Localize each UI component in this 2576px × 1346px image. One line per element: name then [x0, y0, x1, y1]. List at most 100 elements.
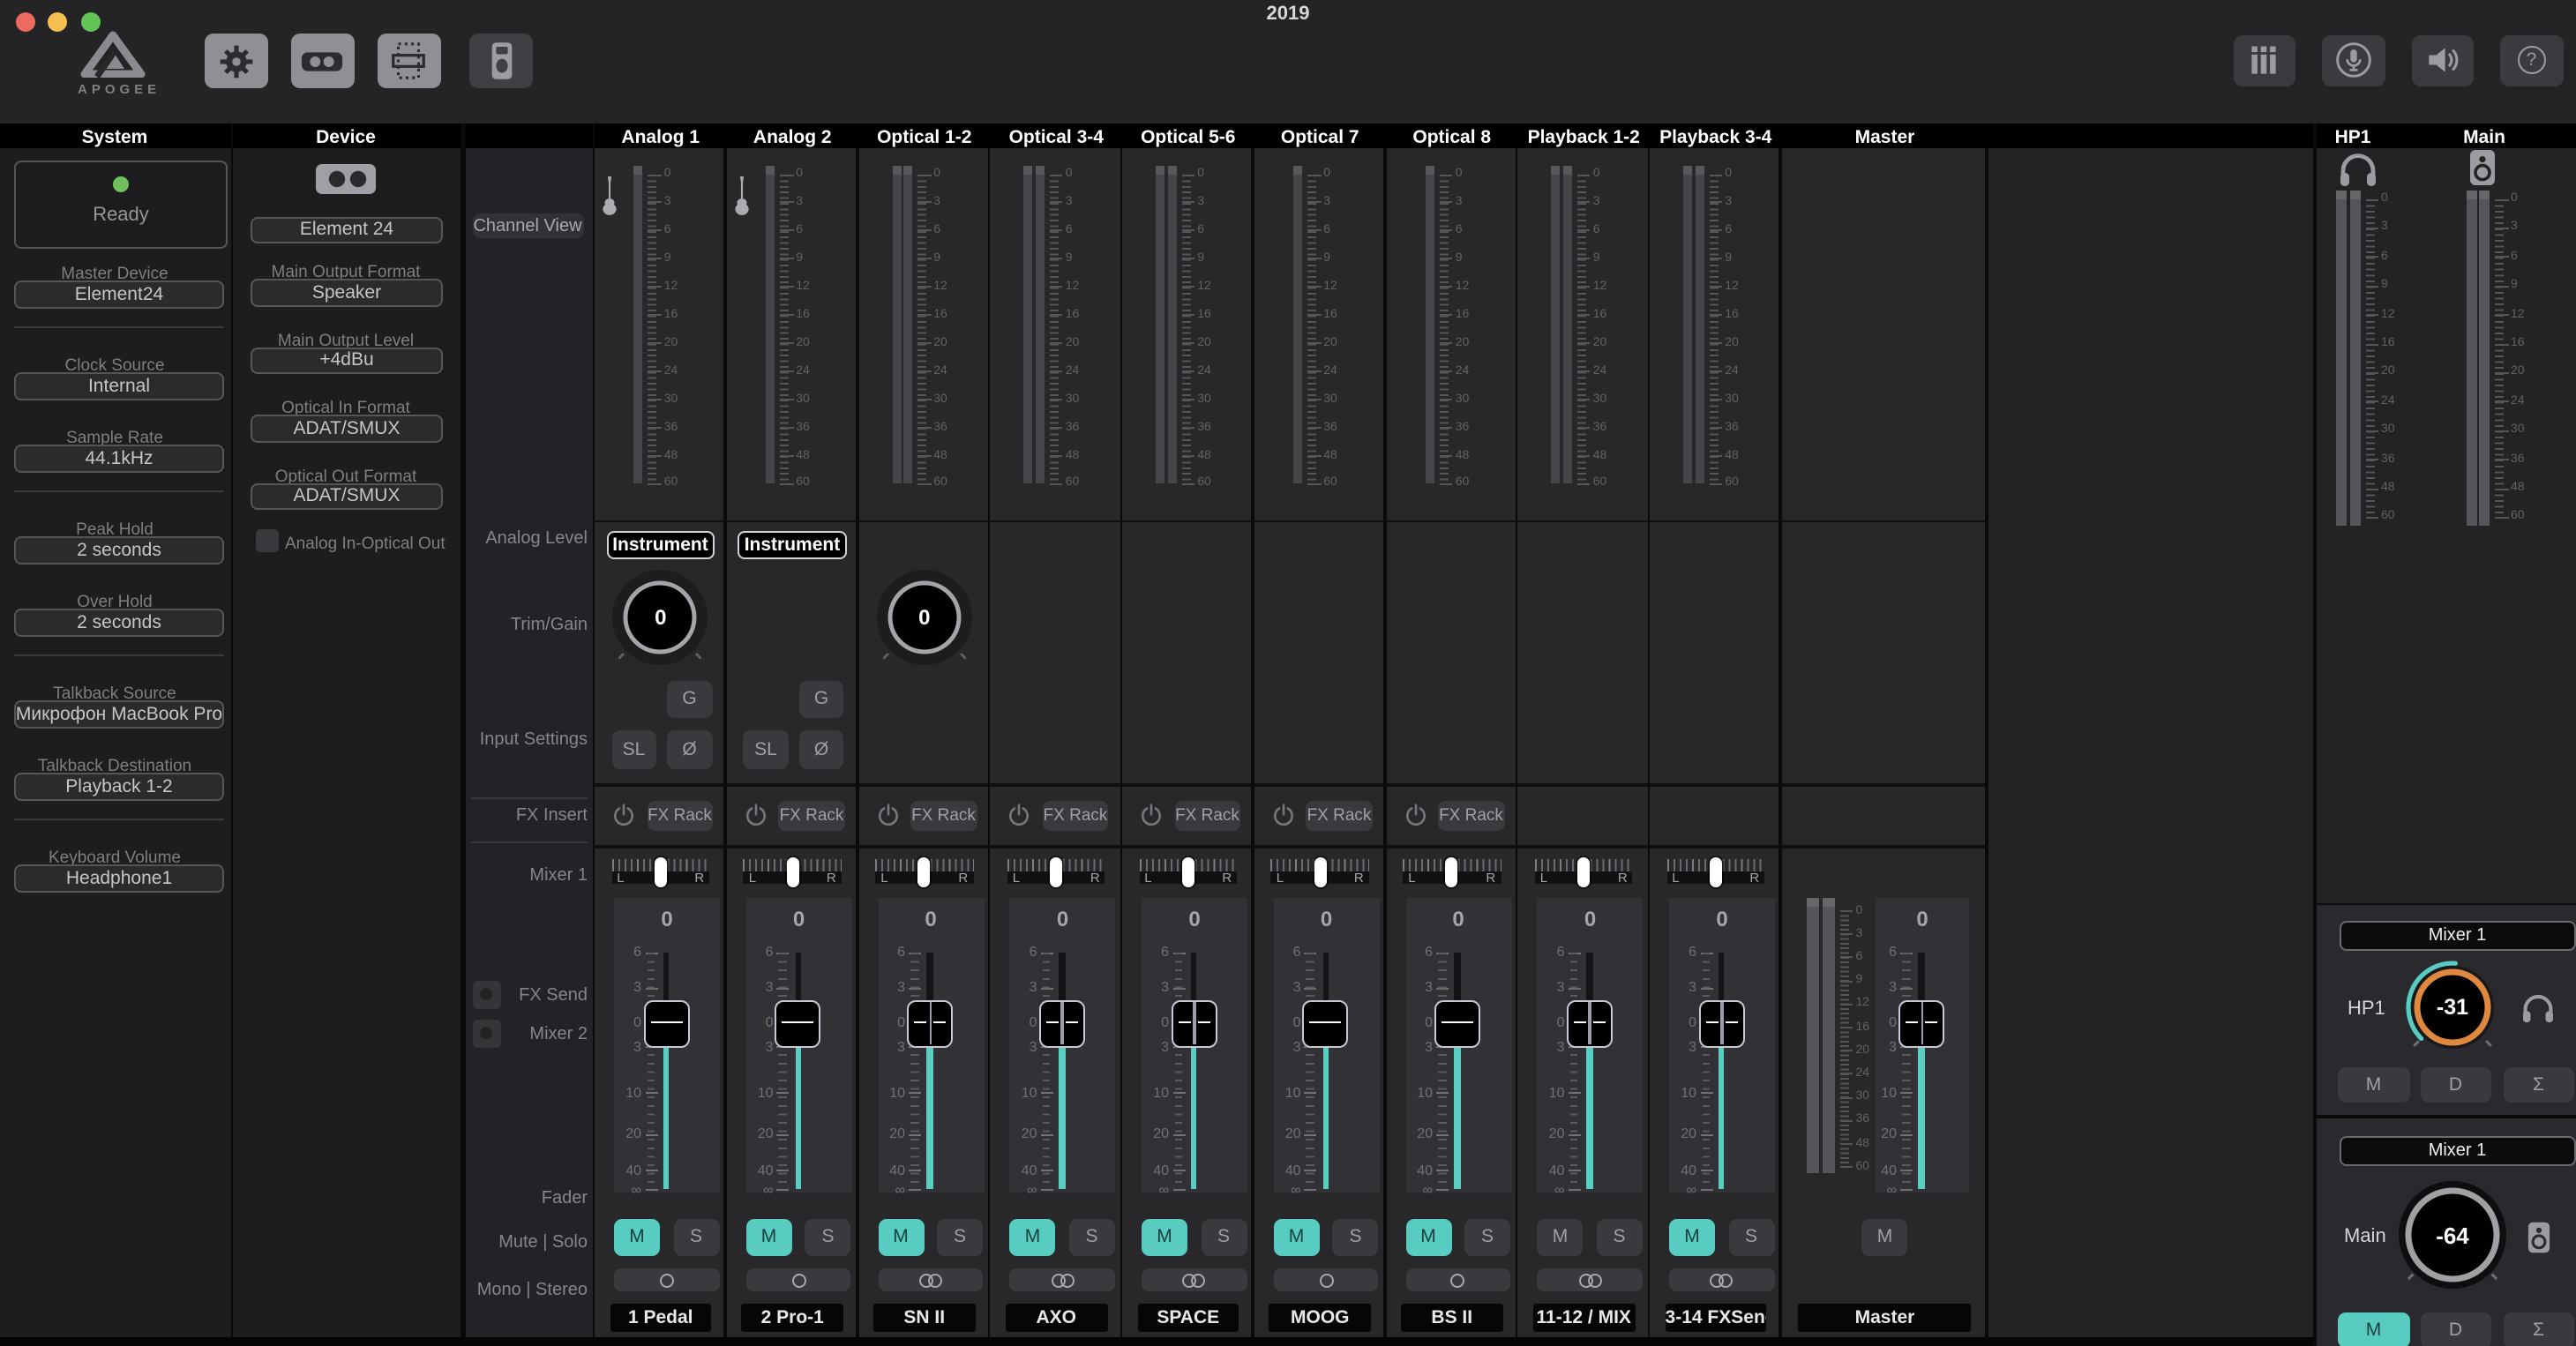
system-field-value[interactable]: Element24	[14, 280, 224, 308]
solo-button[interactable]: S	[805, 1218, 851, 1256]
soft-limit-button[interactable]: SL	[611, 730, 656, 768]
mixer-strips-button[interactable]	[2233, 34, 2295, 86]
channel-name[interactable]: Master	[1799, 1304, 1972, 1332]
fx-power-icon[interactable]	[745, 803, 768, 827]
mute-button[interactable]: M	[1274, 1218, 1320, 1256]
fx-power-icon[interactable]	[612, 803, 635, 827]
fader[interactable]: 06303102040∞	[1274, 897, 1380, 1193]
analog-level-button[interactable]: Instrument	[606, 531, 715, 558]
channel-view-button[interactable]: Channel View	[472, 213, 583, 238]
fader-cap[interactable]	[643, 999, 689, 1047]
mute-button[interactable]: M	[878, 1218, 924, 1256]
stereo-icon[interactable]	[1538, 1268, 1643, 1291]
phase-button[interactable]: Ø	[799, 730, 844, 768]
system-field-value[interactable]: Internal	[14, 372, 224, 400]
solo-button[interactable]: S	[1728, 1218, 1774, 1256]
channel-name[interactable]: 2 Pro-1	[742, 1304, 844, 1332]
device-field-value[interactable]: Speaker	[251, 279, 443, 306]
pan-handle[interactable]	[1446, 857, 1458, 887]
main-mute-button[interactable]: M	[2338, 1312, 2409, 1346]
channel-name[interactable]: SPACE	[1137, 1304, 1239, 1332]
fx-power-icon[interactable]	[1272, 803, 1295, 827]
channel-name[interactable]: MOOG	[1269, 1304, 1372, 1332]
stereo-icon[interactable]	[1669, 1268, 1774, 1291]
fader-cap[interactable]	[1898, 999, 1944, 1047]
pan-handle[interactable]	[655, 857, 667, 887]
fx-rack-button[interactable]: FX Rack	[779, 800, 845, 830]
help-button[interactable]: ?	[2500, 34, 2563, 86]
main-mixer-select[interactable]: Mixer 1	[2339, 1135, 2576, 1165]
soft-limit-button[interactable]: SL	[744, 730, 789, 768]
fader-cap[interactable]	[1039, 999, 1085, 1047]
settings-button[interactable]	[205, 34, 268, 88]
channel-name[interactable]: BS II	[1401, 1304, 1503, 1332]
hp1-mixer-select[interactable]: Mixer 1	[2339, 920, 2576, 950]
pan-handle[interactable]	[918, 857, 931, 887]
speaker-mute-button[interactable]	[2411, 34, 2474, 86]
fader[interactable]: 06303102040∞	[878, 897, 984, 1193]
pan-handle[interactable]	[1314, 857, 1326, 887]
mute-button[interactable]: M	[1142, 1218, 1187, 1256]
main-sum-button[interactable]: Σ	[2503, 1312, 2574, 1346]
io-routing-view-button[interactable]	[377, 34, 440, 88]
solo-button[interactable]: S	[1333, 1218, 1379, 1256]
system-field-value[interactable]: 2 seconds	[14, 536, 224, 564]
analog-level-button[interactable]: Instrument	[738, 531, 847, 558]
hp1-dim-button[interactable]: D	[2420, 1067, 2491, 1103]
fader[interactable]: 06303102040∞	[1142, 897, 1247, 1193]
channel-name[interactable]: 11-12 / MIX	[1533, 1304, 1636, 1332]
fader-cap[interactable]	[1698, 999, 1744, 1047]
system-field-value[interactable]: 2 seconds	[14, 609, 224, 636]
device-field-value[interactable]: +4dBu	[251, 347, 443, 374]
system-field-value[interactable]: 44.1kHz	[14, 445, 224, 472]
main-volume-knob[interactable]: -64	[2389, 1171, 2516, 1298]
analog-in-optical-out-checkbox[interactable]	[255, 528, 279, 552]
group-button[interactable]: G	[799, 680, 844, 718]
fx-rack-button[interactable]: FX Rack	[1174, 800, 1240, 830]
solo-button[interactable]: S	[1069, 1218, 1115, 1256]
fader-cap[interactable]	[907, 999, 953, 1047]
mute-button[interactable]: M	[1010, 1218, 1056, 1256]
group-button[interactable]: G	[667, 680, 712, 718]
mono-icon[interactable]	[1274, 1268, 1379, 1291]
fx-rack-button[interactable]: FX Rack	[910, 800, 977, 830]
system-field-value[interactable]: Headphone1	[14, 864, 224, 892]
mixer-2-toggle[interactable]	[472, 1019, 500, 1047]
pan-handle[interactable]	[1050, 857, 1062, 887]
fader[interactable]: 06303102040∞	[1405, 897, 1511, 1193]
system-field-value[interactable]: Playback 1-2	[14, 773, 224, 800]
fx-send-toggle[interactable]	[472, 980, 500, 1008]
fx-rack-button[interactable]: FX Rack	[647, 800, 713, 830]
fx-rack-button[interactable]: FX Rack	[1438, 800, 1504, 830]
channel-name[interactable]: 1 Pedal	[610, 1304, 712, 1332]
device-selector-icon[interactable]	[315, 163, 375, 193]
device-field-value[interactable]: ADAT/SMUX	[251, 482, 443, 510]
fader[interactable]: 06303102040∞	[1876, 897, 1970, 1193]
fx-rack-button[interactable]: FX Rack	[1043, 800, 1109, 830]
device-view-button[interactable]	[469, 34, 533, 88]
meters-view-button[interactable]	[290, 34, 354, 88]
fader[interactable]: 06303102040∞	[1538, 897, 1644, 1193]
device-field-value[interactable]: ADAT/SMUX	[251, 415, 443, 442]
mute-button[interactable]: M	[746, 1218, 792, 1256]
fader[interactable]: 06303102040∞	[1669, 897, 1775, 1193]
hp1-mute-button[interactable]: M	[2338, 1067, 2409, 1103]
stereo-icon[interactable]	[878, 1268, 983, 1291]
solo-button[interactable]: S	[1201, 1218, 1247, 1256]
traffic-light-close[interactable]	[15, 11, 34, 31]
channel-name[interactable]: 13-14 FXSend	[1665, 1304, 1767, 1332]
pan-handle[interactable]	[1577, 857, 1590, 887]
fx-power-icon[interactable]	[1008, 803, 1031, 827]
fader[interactable]: 06303102040∞	[614, 897, 720, 1193]
solo-button[interactable]: S	[1597, 1218, 1643, 1256]
fader[interactable]: 06303102040∞	[746, 897, 852, 1193]
pan-handle[interactable]	[1182, 857, 1194, 887]
fader-cap[interactable]	[1303, 999, 1349, 1047]
fx-power-icon[interactable]	[1140, 803, 1163, 827]
hp1-sum-button[interactable]: Σ	[2503, 1067, 2574, 1103]
solo-button[interactable]: S	[937, 1218, 983, 1256]
talkback-button[interactable]	[2322, 34, 2385, 86]
mute-button[interactable]: M	[1669, 1218, 1715, 1256]
stereo-icon[interactable]	[1142, 1268, 1247, 1291]
channel-name[interactable]: AXO	[1006, 1304, 1108, 1332]
